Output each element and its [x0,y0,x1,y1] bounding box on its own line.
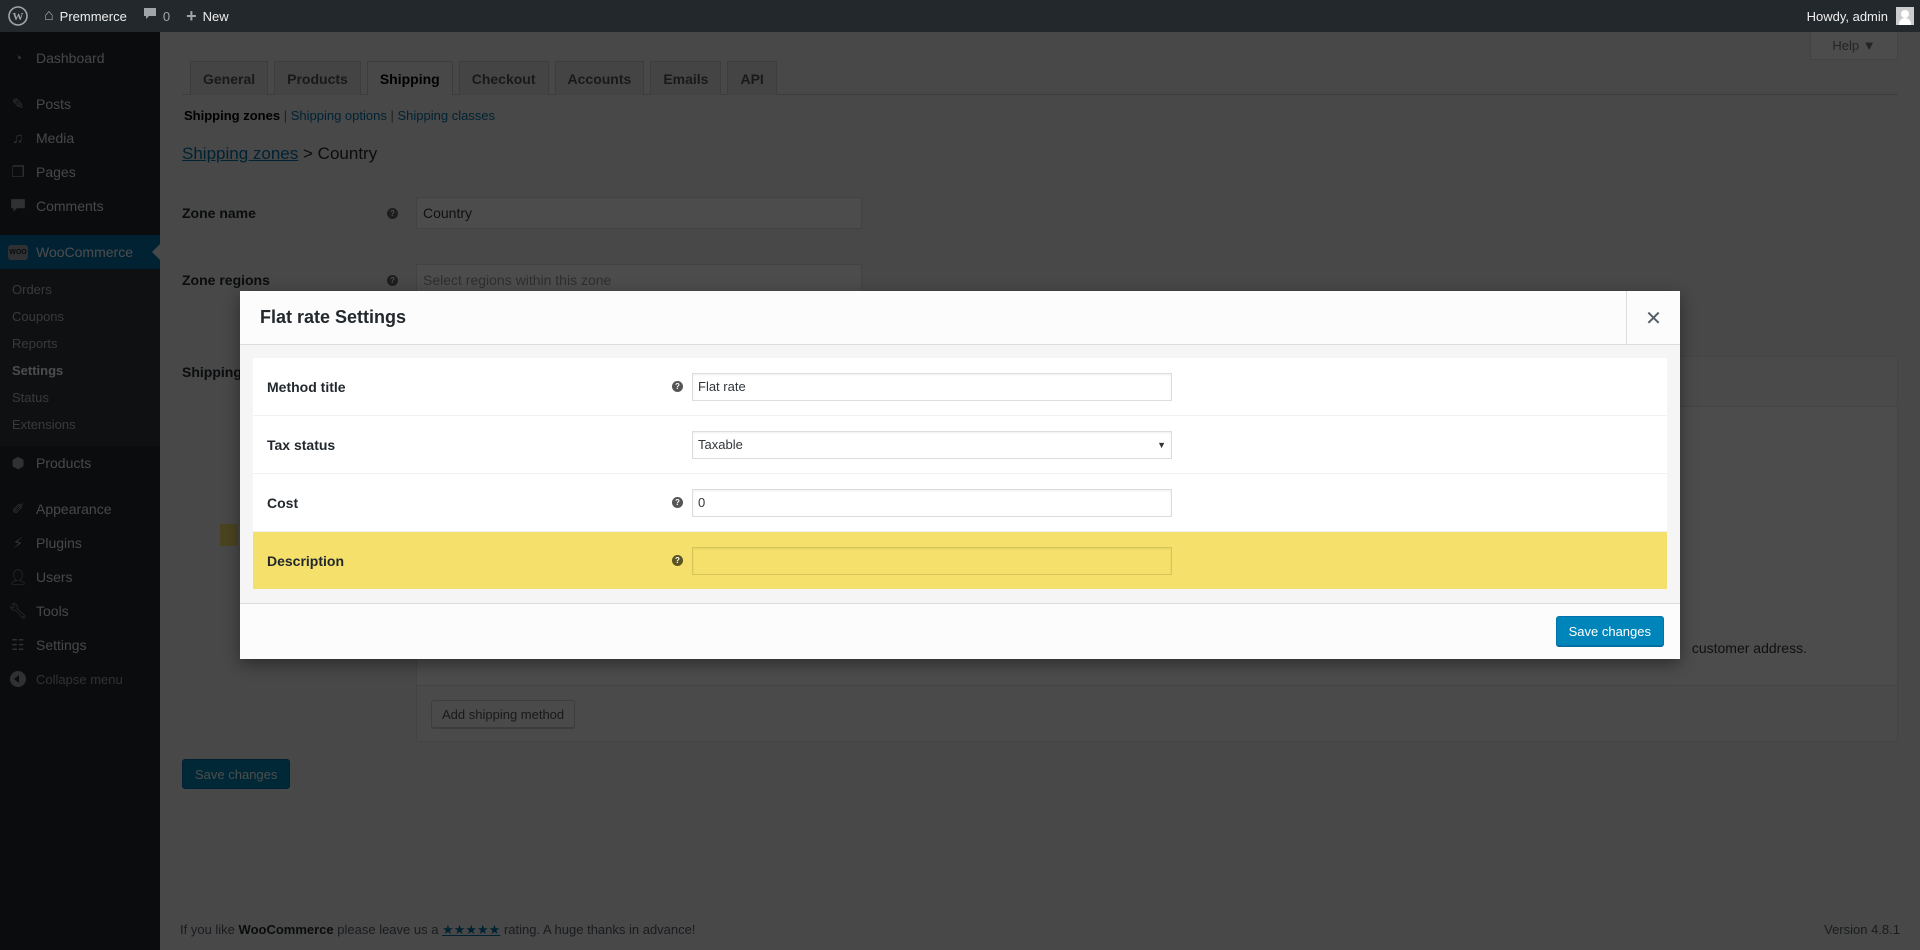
admin-bar: W ⌂ Premmerce 0 + New Howdy, admin [0,0,1920,32]
site-name-link[interactable]: ⌂ Premmerce [36,0,135,32]
description-label: Description [267,552,345,569]
description-row: Description ? [253,532,1667,589]
modal-footer: Save changes [240,603,1680,659]
comments-link[interactable]: 0 [135,0,178,32]
wordpress-logo-button[interactable]: W [0,0,36,32]
close-button[interactable]: ✕ [1626,291,1680,345]
method-title-input[interactable]: Flat rate [692,372,1172,401]
wordpress-icon: W [8,6,28,26]
howdy-text: Howdy, admin [1806,8,1888,24]
new-label: New [202,8,229,24]
chevron-down-icon: ▼ [1157,439,1166,450]
cost-input[interactable]: 0 [692,488,1172,517]
tax-status-select[interactable]: Taxable ▼ [692,430,1172,459]
modal-title: Flat rate Settings [260,307,407,327]
method-title-row: Method title ? Flat rate [253,358,1667,416]
comment-icon [143,7,157,26]
modal-header: Flat rate Settings ✕ [240,291,1680,345]
svg-text:W: W [13,11,24,23]
account-menu[interactable]: Howdy, admin [1799,0,1920,32]
avatar [1896,7,1914,25]
help-icon[interactable]: ? [672,555,683,566]
tax-status-value: Taxable [698,437,743,452]
settings-form: Method title ? Flat rate Tax status Taxa… [253,358,1667,589]
new-content-link[interactable]: + New [178,0,237,32]
tax-status-label: Tax status [267,436,336,453]
method-title-label: Method title [267,378,346,395]
cost-label: Cost [267,494,299,511]
modal-body: Method title ? Flat rate Tax status Taxa… [240,345,1680,603]
comments-count: 0 [162,8,171,24]
tax-status-row: Tax status Taxable ▼ [253,416,1667,474]
save-changes-button[interactable]: Save changes [1555,616,1664,646]
help-icon[interactable]: ? [672,381,683,392]
help-icon[interactable]: ? [672,497,683,508]
close-icon: ✕ [1645,307,1662,330]
cost-row: Cost ? 0 [253,474,1667,532]
description-input[interactable] [692,546,1172,575]
plus-icon: + [186,5,197,26]
flat-rate-settings-modal: Flat rate Settings ✕ Method title ? Flat… [240,291,1680,659]
home-icon: ⌂ [44,7,54,24]
site-name: Premmerce [59,8,127,24]
